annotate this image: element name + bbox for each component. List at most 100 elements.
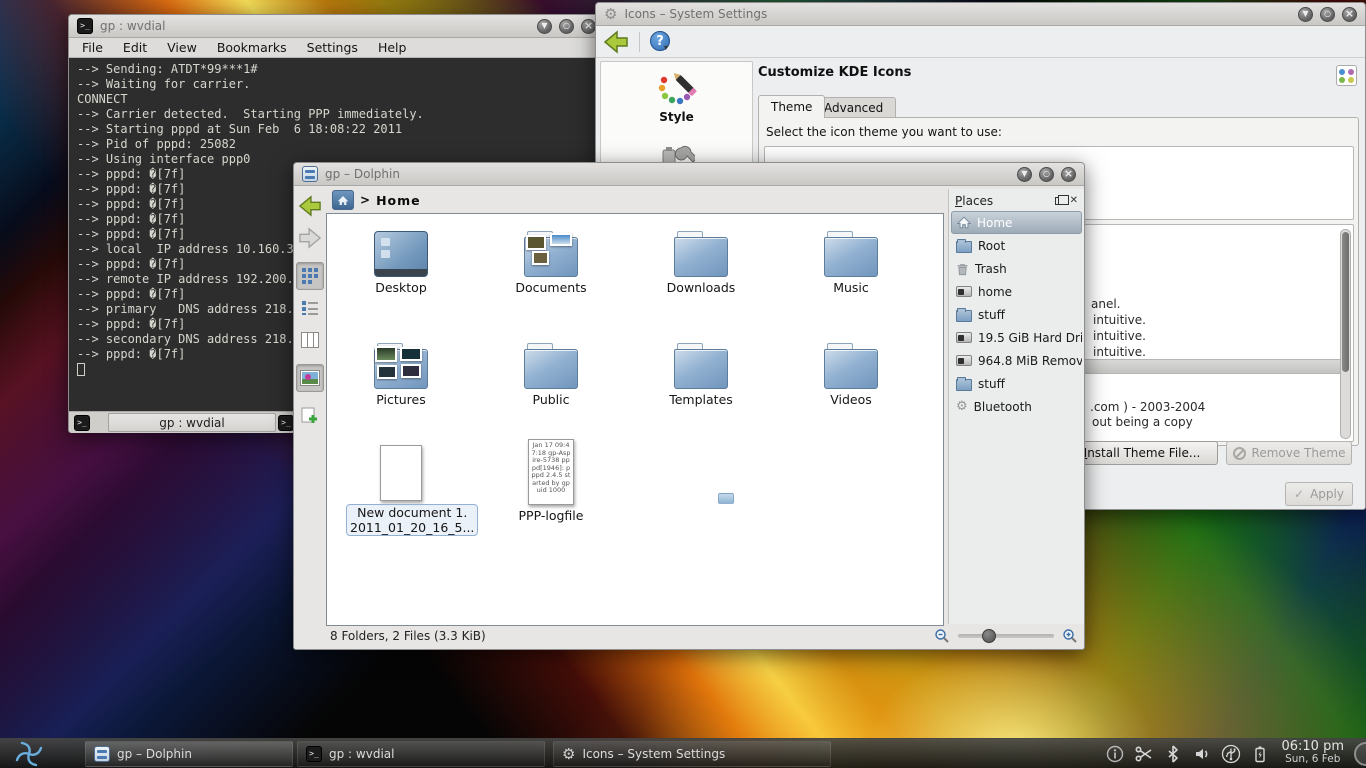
desktop: >_ gp : wvdial ▼ ○ × File Edit View Book… — [0, 0, 1366, 768]
zoom-out-icon[interactable] — [934, 628, 950, 644]
volume-icon[interactable] — [1192, 744, 1212, 764]
back-button[interactable] — [296, 192, 324, 220]
close-button[interactable]: × — [581, 19, 596, 34]
system-settings-titlebar[interactable]: ⚙ Icons – System Settings ▼ ○ × — [596, 3, 1365, 26]
folder-icon — [956, 310, 972, 322]
place-bluetooth[interactable]: ⚙ Bluetooth — [951, 395, 1082, 418]
theme-description-text: .com ) - 2003-2004 — [1090, 400, 1205, 414]
notifications-icon[interactable] — [1105, 744, 1125, 764]
file-item-new-document[interactable]: New document 1.2011_01_20_16_5... — [346, 441, 456, 536]
status-text: 8 Folders, 2 Files (3.3 KiB) — [330, 629, 486, 643]
style-icon — [656, 70, 698, 106]
drive-icon — [956, 355, 972, 366]
task-system-settings[interactable]: ⚙ Icons – System Settings — [553, 741, 831, 767]
battery-icon[interactable] — [1250, 744, 1270, 764]
place-root[interactable]: Root — [951, 234, 1082, 257]
remove-theme-button[interactable]: Remove Theme — [1226, 441, 1352, 465]
menu-edit[interactable]: Edit — [114, 39, 156, 56]
close-button[interactable]: × — [1342, 7, 1357, 22]
file-item-templates[interactable]: Templates — [646, 333, 756, 407]
icons-view-button[interactable] — [296, 262, 324, 290]
chevron-down-icon[interactable]: ▾ — [664, 43, 668, 52]
zoom-slider-handle[interactable] — [982, 629, 996, 643]
place-removable[interactable]: 964.8 MiB Remov... — [951, 349, 1082, 372]
dolphin-icon — [94, 746, 110, 762]
place-trash[interactable]: Trash — [951, 257, 1082, 280]
preview-button[interactable] — [296, 364, 324, 392]
terminal-titlebar[interactable]: >_ gp : wvdial ▼ ○ × — [69, 15, 604, 38]
file-item-desktop[interactable]: Desktop — [346, 221, 456, 295]
close-button[interactable]: × — [1061, 167, 1076, 182]
scrollbar-thumb[interactable] — [1342, 232, 1349, 372]
task-terminal[interactable]: >_ gp : wvdial — [297, 741, 545, 767]
folder-icon — [824, 343, 878, 389]
close-panel-icon[interactable]: ✕ — [1070, 196, 1078, 206]
columns-view-button[interactable] — [296, 326, 324, 354]
tab-theme[interactable]: Theme — [758, 95, 825, 118]
apply-button[interactable]: ✓ Apply — [1285, 482, 1353, 506]
menu-bookmarks[interactable]: Bookmarks — [208, 39, 296, 56]
file-item-downloads[interactable]: Downloads — [646, 221, 756, 295]
folder-icon — [524, 343, 578, 389]
back-icon — [298, 195, 322, 217]
forward-button[interactable] — [296, 224, 324, 252]
device-notifier-usb-icon[interactable] — [1221, 744, 1241, 764]
terminal-tab[interactable]: gp : wvdial — [108, 413, 276, 432]
file-item-music[interactable]: Music — [796, 221, 906, 295]
minimize-button[interactable]: ▼ — [1298, 7, 1313, 22]
sidebar-item-style[interactable]: Style — [601, 62, 752, 124]
theme-list-text: intuitive. — [1093, 345, 1146, 359]
task-dolphin[interactable]: gp – Dolphin — [85, 741, 293, 767]
place-hard-drive[interactable]: 19.5 GiB Hard Drive — [951, 326, 1082, 349]
menu-file[interactable]: File — [73, 39, 112, 56]
folder-icon — [824, 231, 878, 277]
terminal-window-title: gp : wvdial — [100, 19, 165, 33]
clock-time: 06:10 pm — [1281, 740, 1344, 753]
maximize-button[interactable]: ○ — [1320, 7, 1335, 22]
terminal-line: --> Waiting for carrier. — [77, 77, 596, 92]
maximize-button[interactable]: ○ — [1039, 167, 1054, 182]
zoom-in-icon[interactable] — [1062, 628, 1078, 644]
file-item-pictures[interactable]: Pictures — [346, 333, 456, 407]
new-split-button[interactable] — [296, 402, 324, 430]
menu-settings[interactable]: Settings — [298, 39, 367, 56]
details-view-button[interactable] — [296, 294, 324, 322]
klipper-scissors-icon[interactable] — [1134, 744, 1154, 764]
place-stuff-2[interactable]: stuff — [951, 372, 1082, 395]
drive-icon — [956, 286, 972, 297]
menu-view[interactable]: View — [158, 39, 206, 56]
icon-sizes-widget[interactable] — [1336, 65, 1357, 86]
float-panel-icon[interactable] — [1055, 197, 1064, 205]
place-home-partition[interactable]: home — [951, 280, 1082, 303]
back-icon[interactable] — [603, 30, 629, 54]
file-item-ppp-logfile[interactable]: Jan 17 09:4 7:18 gp-Asp ire-5738 pp pd[1… — [496, 437, 606, 523]
file-item-documents[interactable]: Documents — [496, 221, 606, 295]
minimize-button[interactable]: ▼ — [537, 19, 552, 34]
system-tray — [1105, 739, 1270, 768]
zoom-slider[interactable] — [958, 634, 1054, 638]
clock[interactable]: 06:10 pm Sun, 6 Feb — [1281, 740, 1344, 766]
terminal-icon: >_ — [77, 18, 93, 34]
gear-icon: ⚙ — [956, 400, 968, 413]
dolphin-side-toolbar — [294, 187, 326, 624]
new-tab-icon[interactable]: >_ — [278, 415, 294, 431]
theme-list-text: intuitive. — [1093, 329, 1146, 343]
file-item-public[interactable]: Public — [496, 333, 606, 407]
trash-icon — [956, 262, 969, 276]
place-home[interactable]: Home — [951, 211, 1082, 234]
breadcrumb-root[interactable]: Home — [376, 193, 421, 208]
scrollbar[interactable] — [1340, 229, 1351, 439]
menu-help[interactable]: Help — [369, 39, 416, 56]
maximize-button[interactable]: ○ — [559, 19, 574, 34]
terminal-tab-icon[interactable]: >_ — [74, 415, 90, 431]
breadcrumb-home-button[interactable] — [332, 190, 354, 210]
file-item-videos[interactable]: Videos — [796, 333, 906, 407]
dolphin-titlebar[interactable]: gp – Dolphin ▼ ○ × — [294, 163, 1084, 186]
minimize-button[interactable]: ▼ — [1017, 167, 1032, 182]
place-stuff[interactable]: stuff — [951, 303, 1082, 326]
folder-icon — [674, 343, 728, 389]
terminal-line: --> Pid of pppd: 25082 — [77, 137, 596, 152]
app-launcher-button[interactable] — [8, 740, 50, 768]
panel-toolbox-cashew[interactable] — [1354, 742, 1366, 766]
bluetooth-icon[interactable] — [1163, 744, 1183, 764]
